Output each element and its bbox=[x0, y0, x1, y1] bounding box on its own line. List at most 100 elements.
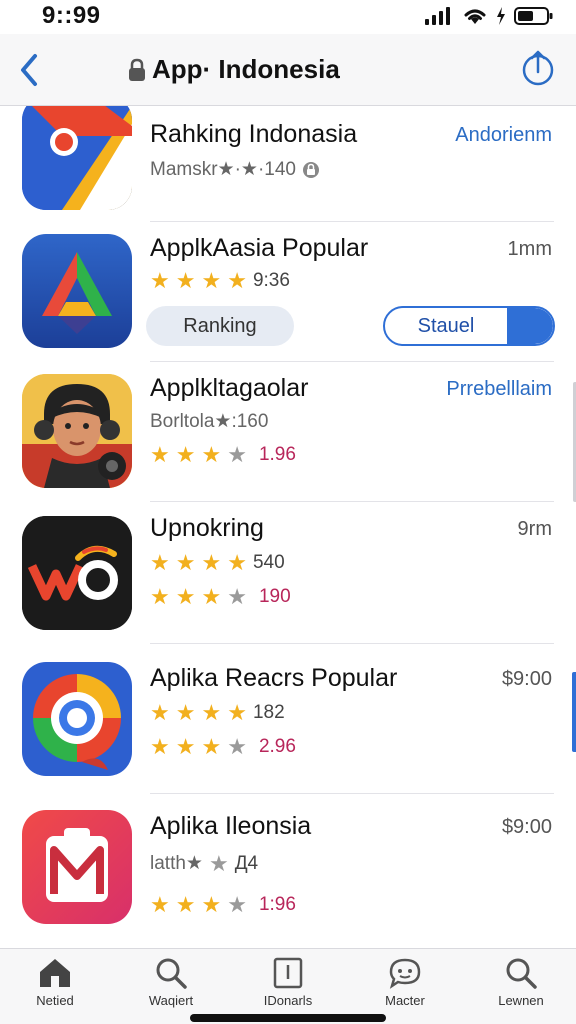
star-icon: ★ bbox=[150, 268, 170, 293]
app-rating-secondary: ★ ★ ★ ★ 190 bbox=[150, 586, 291, 608]
search-icon bbox=[156, 958, 187, 989]
rating-value: 182 bbox=[252, 702, 285, 723]
wifi-icon bbox=[464, 9, 486, 24]
star-icon: ★ bbox=[227, 734, 247, 759]
star-icon: ★ bbox=[208, 850, 229, 876]
document-icon bbox=[273, 957, 303, 989]
star-icon: ★ bbox=[150, 700, 170, 725]
page-title: App· Indonesia bbox=[152, 54, 340, 84]
tab-home[interactable]: Netied bbox=[0, 957, 110, 1017]
app-meta: Borltola★:160 bbox=[150, 410, 268, 433]
app-icon bbox=[22, 234, 132, 348]
tab-label: Waqiert bbox=[148, 993, 194, 1008]
status-time: 9::99 bbox=[42, 2, 101, 29]
star-icon: ★ bbox=[227, 550, 247, 575]
tab-messages[interactable]: Macter bbox=[350, 957, 460, 1017]
share-icon bbox=[522, 50, 554, 86]
ranking-button[interactable]: Ranking bbox=[146, 306, 294, 346]
star-icon: ★ bbox=[150, 550, 170, 575]
app-icon bbox=[22, 516, 132, 630]
star-icon: ★ bbox=[201, 584, 222, 609]
star-icon: ★ bbox=[227, 442, 247, 467]
star-icon: ★ bbox=[201, 700, 222, 725]
app-rating: ★ ★ ★ ★ 1:96 bbox=[150, 894, 296, 916]
star-icon: ★ bbox=[150, 892, 170, 917]
meta-text: Mamskr★·★·140 bbox=[150, 159, 296, 180]
star-icon: ★ bbox=[201, 734, 222, 759]
star-icon: ★ bbox=[227, 892, 247, 917]
tab-search[interactable]: Waqiert bbox=[116, 957, 226, 1017]
tab-label: IDonarls bbox=[263, 993, 313, 1008]
app-category-link[interactable]: Prrebelllaim bbox=[446, 378, 552, 401]
home-indicator bbox=[190, 1014, 386, 1022]
nav-title-group: App· Indonesia bbox=[128, 54, 340, 85]
app-rating: ★ ★ ★ ★ 9:36 bbox=[150, 270, 290, 292]
list-item[interactable]: Rahking Indonasia Andorienm Mamskr★·★·14… bbox=[0, 106, 576, 222]
app-price: $9:00 bbox=[501, 816, 552, 838]
rating-value: 2.96 bbox=[258, 736, 296, 757]
app-list: Rahking Indonasia Andorienm Mamskr★·★·14… bbox=[0, 106, 576, 948]
star-icon: ★ bbox=[175, 268, 196, 293]
status-bar: 9::99 bbox=[0, 0, 576, 34]
star-icon: ★ bbox=[175, 892, 196, 917]
list-item[interactable]: Upnokring 9rm ★ ★ ★ ★ 540 ★ ★ ★ ★ 190 bbox=[0, 502, 576, 644]
toggle-knob bbox=[507, 308, 553, 344]
house-icon bbox=[40, 959, 70, 987]
edge-accent bbox=[572, 672, 576, 752]
app-size-label: 9rm bbox=[517, 518, 552, 540]
meta-number: Д4 bbox=[234, 852, 259, 874]
app-name: Upnokring bbox=[150, 514, 264, 542]
search-icon bbox=[506, 958, 537, 989]
star-icon: ★ bbox=[175, 550, 196, 575]
app-name: Applkltagaolar bbox=[150, 374, 309, 402]
app-rating-secondary: ★ ★ ★ ★ 2.96 bbox=[150, 736, 296, 758]
app-icon bbox=[22, 374, 132, 488]
tab-label: Macter bbox=[385, 993, 425, 1008]
rating-value: 540 bbox=[252, 552, 285, 573]
app-name: Aplika Ileonsia bbox=[150, 812, 312, 840]
app-price: $9:00 bbox=[501, 668, 552, 690]
star-icon: ★ bbox=[201, 892, 222, 917]
star-icon: ★ bbox=[175, 734, 196, 759]
rating-value: 9:36 bbox=[252, 270, 290, 291]
app-icon bbox=[22, 662, 132, 776]
tab-label: Lewnen bbox=[498, 993, 544, 1008]
tab-bar: Netied Waqiert IDonarls Macter Lewnen bbox=[0, 948, 576, 1024]
stauel-toggle-button[interactable]: Stauel bbox=[383, 306, 555, 346]
list-item[interactable]: Aplika Ileonsia $9:00 latth★ ★ Д4 ★ ★ ★ … bbox=[0, 794, 576, 948]
meta-text: Borltola★:160 bbox=[150, 411, 269, 432]
chat-icon bbox=[389, 958, 421, 989]
charging-bolt-icon bbox=[497, 7, 505, 25]
star-icon: ★ bbox=[150, 734, 170, 759]
star-icon: ★ bbox=[201, 268, 222, 293]
rating-value: 1:96 bbox=[258, 894, 296, 915]
app-category-link[interactable]: Andorienm bbox=[455, 124, 552, 147]
share-button[interactable] bbox=[520, 48, 556, 88]
chevron-left-icon bbox=[21, 54, 37, 86]
app-meta: Mamskr★·★·140 bbox=[150, 158, 320, 181]
star-icon: ★ bbox=[227, 268, 247, 293]
star-icon: ★ bbox=[175, 584, 196, 609]
meta-text: latth★ bbox=[150, 853, 203, 874]
star-icon: ★ bbox=[175, 442, 196, 467]
rating-value: 190 bbox=[258, 586, 291, 607]
battery-icon bbox=[514, 7, 553, 25]
star-icon: ★ bbox=[201, 442, 222, 467]
status-icons bbox=[424, 6, 554, 26]
app-name: ApplkAasia Popular bbox=[150, 234, 369, 262]
star-icon: ★ bbox=[227, 584, 247, 609]
list-item[interactable]: ApplkAasia Popular 1mm ★ ★ ★ ★ 9:36 Rank… bbox=[0, 222, 576, 362]
list-item[interactable]: Applkltagaolar Prrebelllaim Borltola★:16… bbox=[0, 362, 576, 502]
app-size-label: 1mm bbox=[507, 238, 552, 260]
star-icon: ★ bbox=[227, 700, 247, 725]
star-icon: ★ bbox=[150, 584, 170, 609]
star-icon: ★ bbox=[201, 550, 222, 575]
toggle-label: Stauel bbox=[417, 314, 475, 337]
tab-documents[interactable]: IDonarls bbox=[233, 957, 343, 1017]
back-button[interactable] bbox=[14, 50, 44, 90]
navigation-bar: App· Indonesia bbox=[0, 34, 576, 106]
tab-label: Netied bbox=[36, 993, 74, 1008]
list-item[interactable]: Aplika Reacrs Popular $9:00 ★ ★ ★ ★ 182 … bbox=[0, 644, 576, 794]
lock-icon bbox=[129, 58, 145, 81]
tab-search-2[interactable]: Lewnen bbox=[466, 957, 576, 1017]
